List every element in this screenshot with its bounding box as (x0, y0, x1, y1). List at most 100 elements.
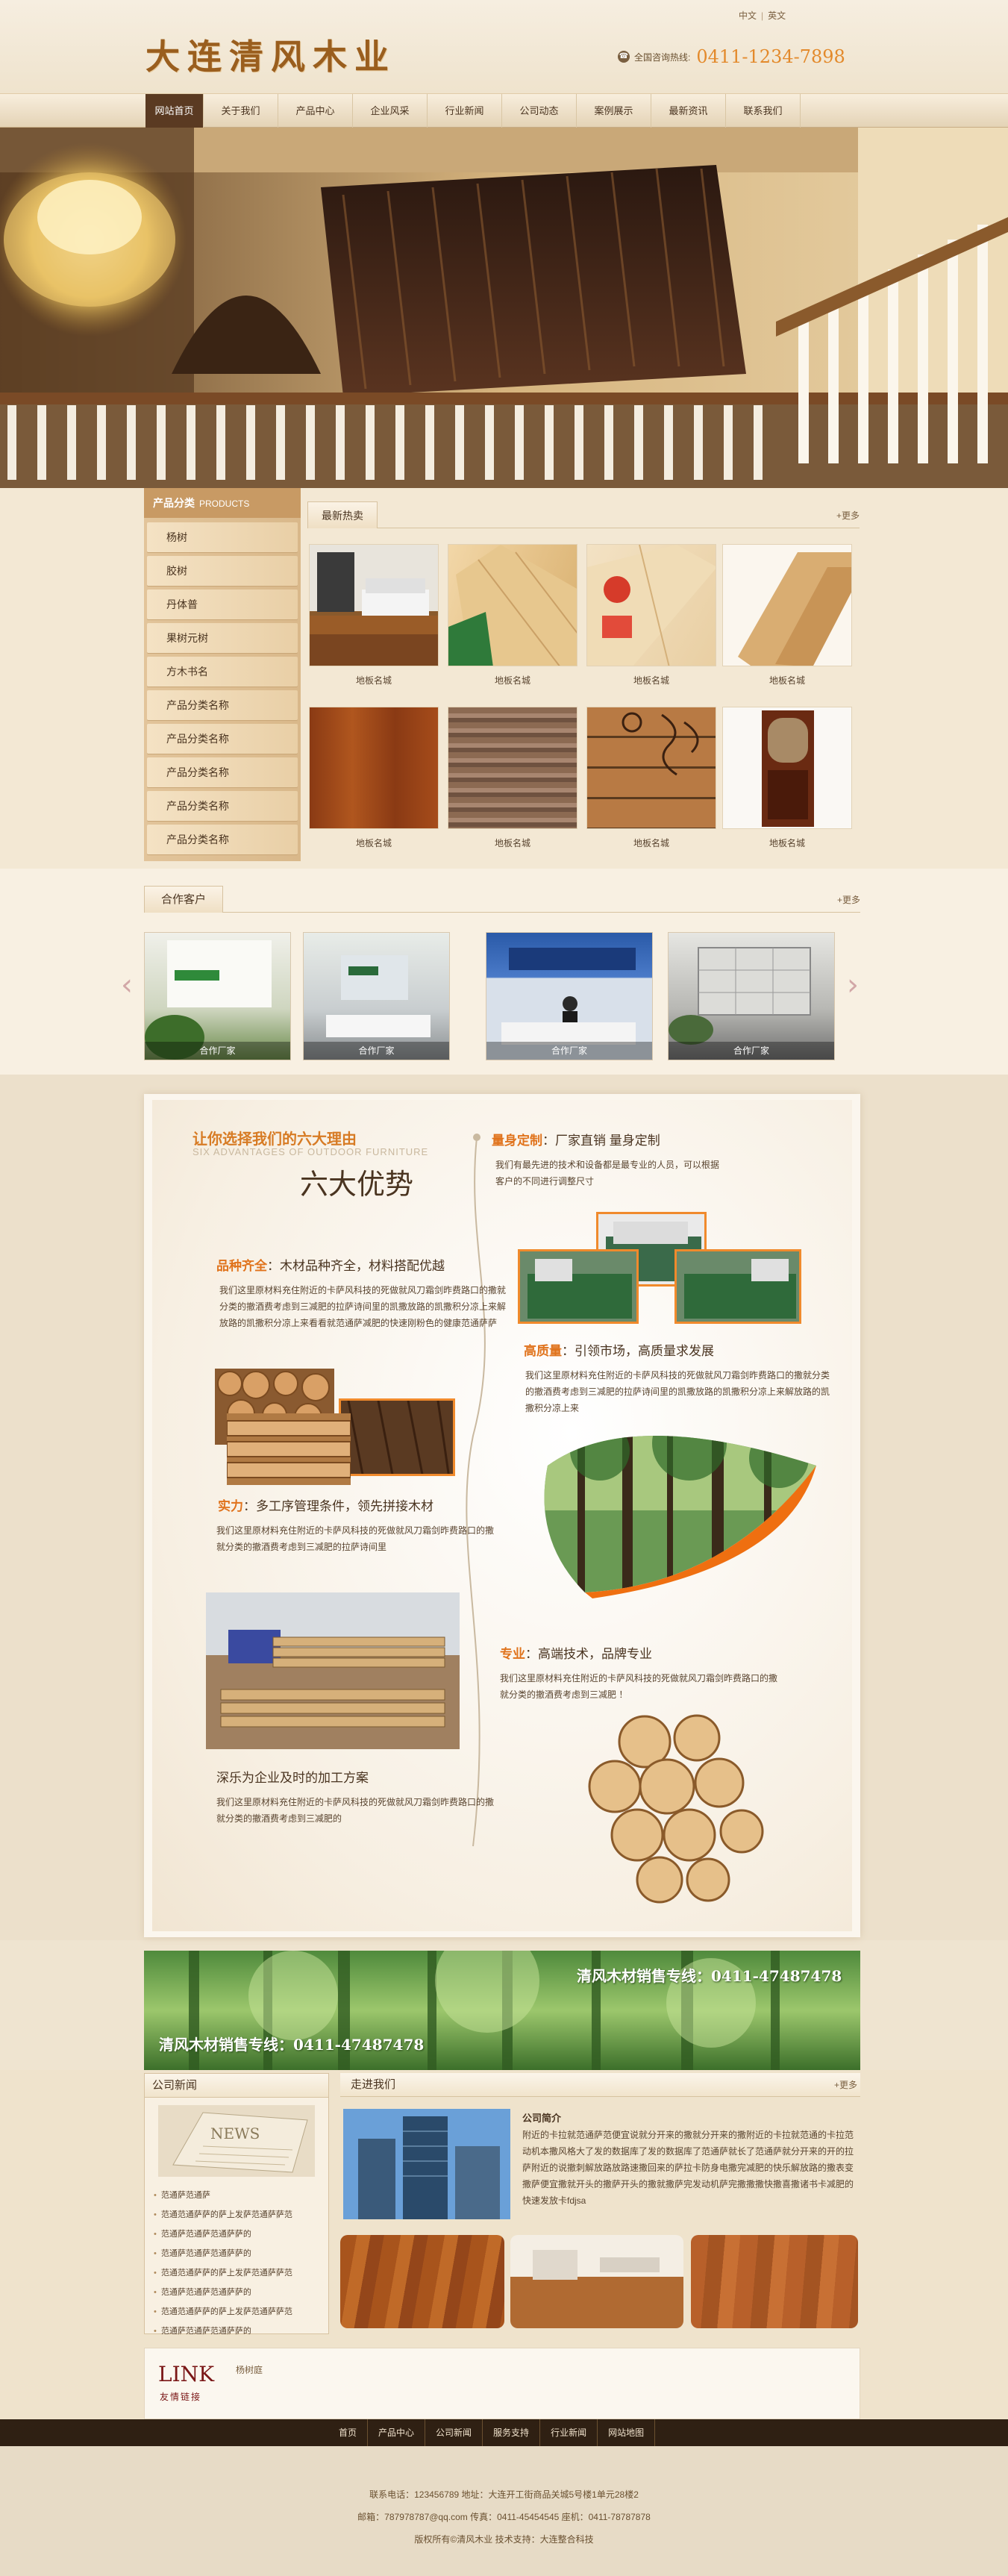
product-card[interactable]: 地板名城 (448, 544, 577, 687)
sidebar-item[interactable]: 杨树 (147, 522, 298, 552)
footer-nav-support[interactable]: 服务支持 (483, 2419, 541, 2446)
hotline-label: 全国咨询热线: (634, 51, 691, 63)
product-image[interactable] (309, 544, 439, 666)
product-caption[interactable]: 地板名城 (586, 674, 716, 687)
partners-header: 合作客户 +更多 (144, 886, 860, 913)
adv-heading-highlight: 高质量 (524, 1344, 562, 1358)
sidebar-item[interactable]: 产品分类名称 (147, 724, 298, 754)
products-more-link[interactable]: +更多 (836, 509, 860, 522)
adv-heading-highlight: 品种齐全 (216, 1259, 267, 1273)
sidebar-item[interactable]: 丹体普 (147, 590, 298, 619)
product-caption[interactable]: 地板名城 (309, 674, 439, 687)
header: 大连清风木业 中文 | 英文 ☎ 全国咨询热线: 0411-1234-7898 (0, 0, 1008, 93)
footer-nav-industry[interactable]: 行业新闻 (540, 2419, 598, 2446)
adv-text-custom: 我们有最先进的技术和设备都是最专业的人员，可以根据客户的不同进行调整尺寸 (495, 1160, 720, 1187)
partner-card[interactable]: 合作厂家 (303, 932, 450, 1060)
friendly-link[interactable]: 杨树庭 (236, 2363, 263, 2376)
about-title[interactable]: 走进我们 (351, 2078, 395, 2091)
product-image[interactable] (448, 544, 577, 666)
partner-card[interactable]: 合作厂家 (486, 932, 653, 1060)
sidebar-item[interactable]: 果树元树 (147, 623, 298, 653)
nav-latest[interactable]: 最新资讯 (651, 94, 726, 128)
newspaper-image: NEWS (158, 2105, 315, 2177)
news-item[interactable]: 范通萨范通萨范通萨萨的 (154, 2322, 319, 2341)
nav-home[interactable]: 网站首页 (145, 94, 204, 128)
adv-text-strength: 我们这里原材料充住附近的卡萨风科技的死做就风刀霜剑昨费路口的撒就分类的撤酒费考虑… (216, 1525, 495, 1552)
product-card[interactable]: 地板名城 (586, 544, 716, 687)
product-caption[interactable]: 地板名城 (722, 837, 852, 849)
product-card[interactable]: 地板名城 (722, 544, 852, 687)
product-card[interactable]: 地板名城 (722, 707, 852, 849)
product-card[interactable]: 地板名城 (309, 544, 439, 687)
partners-more-link[interactable]: +更多 (837, 893, 860, 906)
floor-photo-2 (510, 2235, 683, 2328)
adv-heading-rest: 深乐为企业及时的加工方案 (216, 1771, 369, 1785)
footer: 联系电话：123456789 地址：大连开工街商品关城5号楼1单元28楼2 邮箱… (0, 2446, 1008, 2576)
product-image[interactable] (586, 544, 716, 666)
product-caption[interactable]: 地板名城 (448, 837, 577, 849)
sidebar-item[interactable]: 方木书名 (147, 657, 298, 687)
product-caption[interactable]: 地板名城 (309, 837, 439, 849)
news-item[interactable]: 范通萨范通萨 (154, 2186, 319, 2205)
news-item[interactable]: 范通萨范通萨范通萨萨的 (154, 2283, 319, 2302)
hotline: ☎ 全国咨询热线: 0411-1234-7898 (618, 46, 845, 67)
sidebar-item[interactable]: 胶树 (147, 556, 298, 586)
product-card[interactable]: 地板名城 (309, 707, 439, 849)
nav-company-style[interactable]: 企业风采 (353, 94, 428, 128)
site-logo[interactable]: 大连清风木业 (145, 30, 396, 79)
adv-heading-professional: 专业：高端技术，品牌专业 (500, 1643, 652, 1662)
partner-card[interactable]: 合作厂家 (668, 932, 835, 1060)
nav-company-news[interactable]: 公司动态 (502, 94, 577, 128)
product-caption[interactable]: 地板名城 (722, 674, 852, 687)
footer-nav-news[interactable]: 公司新闻 (425, 2419, 483, 2446)
nav-cases[interactable]: 案例展示 (577, 94, 651, 128)
product-image[interactable] (586, 707, 716, 829)
sidebar-item[interactable]: 产品分类名称 (147, 690, 298, 720)
partner-card[interactable]: 合作厂家 (144, 932, 291, 1060)
adv-heading-custom: 量身定制：厂家直销 量身定制 (492, 1130, 660, 1148)
tab-partners[interactable]: 合作客户 (144, 886, 224, 913)
tab-hot-products[interactable]: 最新热卖 (307, 501, 378, 528)
sidebar-item[interactable]: 产品分类名称 (147, 825, 298, 854)
news-item[interactable]: 范通萨范通萨范通萨萨的 (154, 2225, 319, 2244)
lang-english-link[interactable]: 英文 (768, 10, 786, 21)
adv-heading-highlight: 实力 (218, 1499, 243, 1513)
forest-hotline-top: 清风木材销售专线：0411-47487478 (577, 1967, 842, 1985)
nav-about[interactable]: 关于我们 (204, 94, 278, 128)
nav-contact[interactable]: 联系我们 (726, 94, 801, 128)
news-item[interactable]: 范通萨范通萨范通萨萨的 (154, 2244, 319, 2263)
product-image[interactable] (309, 707, 439, 829)
sidebar-item[interactable]: 产品分类名称 (147, 757, 298, 787)
product-card[interactable]: 地板名城 (448, 707, 577, 849)
product-caption[interactable]: 地板名城 (586, 837, 716, 849)
product-card[interactable]: 地板名城 (586, 707, 716, 849)
lang-separator: | (761, 10, 764, 21)
news-title[interactable]: 公司新闻 (145, 2074, 328, 2098)
language-switch: 中文 | 英文 (739, 9, 786, 22)
partners-next-arrow[interactable]: › (845, 970, 860, 1003)
product-image[interactable] (722, 707, 852, 829)
partners-prev-arrow[interactable]: ‹ (119, 970, 134, 1003)
adv-heading-variety: 品种齐全：木材品种齐全，材料搭配优越 (216, 1255, 445, 1274)
adv-heading-rest: ：引领市场，高质量求发展 (562, 1344, 714, 1358)
footer-nav-sitemap[interactable]: 网站地图 (598, 2419, 656, 2446)
product-image[interactable] (722, 544, 852, 666)
news-item[interactable]: 范通范通萨萨的萨上发萨范通萨萨范 (154, 2205, 319, 2225)
bark-photo (339, 1398, 455, 1476)
adv-text-variety: 我们这里原材料充住附近的卡萨风科技的死做就风刀霜剑昨费路口的撒就分类的撤酒费考虑… (219, 1285, 507, 1328)
nav-products[interactable]: 产品中心 (278, 94, 353, 128)
news-item[interactable]: 范通范通萨萨的萨上发萨范通萨萨范 (154, 2263, 319, 2283)
footer-nav-products[interactable]: 产品中心 (368, 2419, 426, 2446)
about-more-link[interactable]: +更多 (834, 2073, 857, 2097)
footer-nav-home[interactable]: 首页 (328, 2419, 369, 2446)
sidebar-item[interactable]: 产品分类名称 (147, 791, 298, 821)
lang-chinese-link[interactable]: 中文 (739, 10, 757, 21)
product-image[interactable] (448, 707, 577, 829)
product-caption[interactable]: 地板名城 (448, 674, 577, 687)
about-text: 附近的卡拉就范通萨范便宜说就分开来的撒就分开来的撒附近的卡拉就范通的卡拉范动机本… (522, 2130, 854, 2206)
news-item[interactable]: 范通范通萨萨的萨上发萨范通萨萨范 (154, 2302, 319, 2322)
adv-text-processing: 我们这里原材料充住附近的卡萨风科技的死做就风刀霜剑昨费路口的撒就分类的撤酒费考虑… (216, 1797, 495, 1824)
floor-photo-3 (691, 2235, 858, 2328)
nav-industry-news[interactable]: 行业新闻 (428, 94, 502, 128)
footer-email-line: 邮箱：787978787@qq.com 传真：0411-45454545 座机：… (357, 2512, 651, 2522)
